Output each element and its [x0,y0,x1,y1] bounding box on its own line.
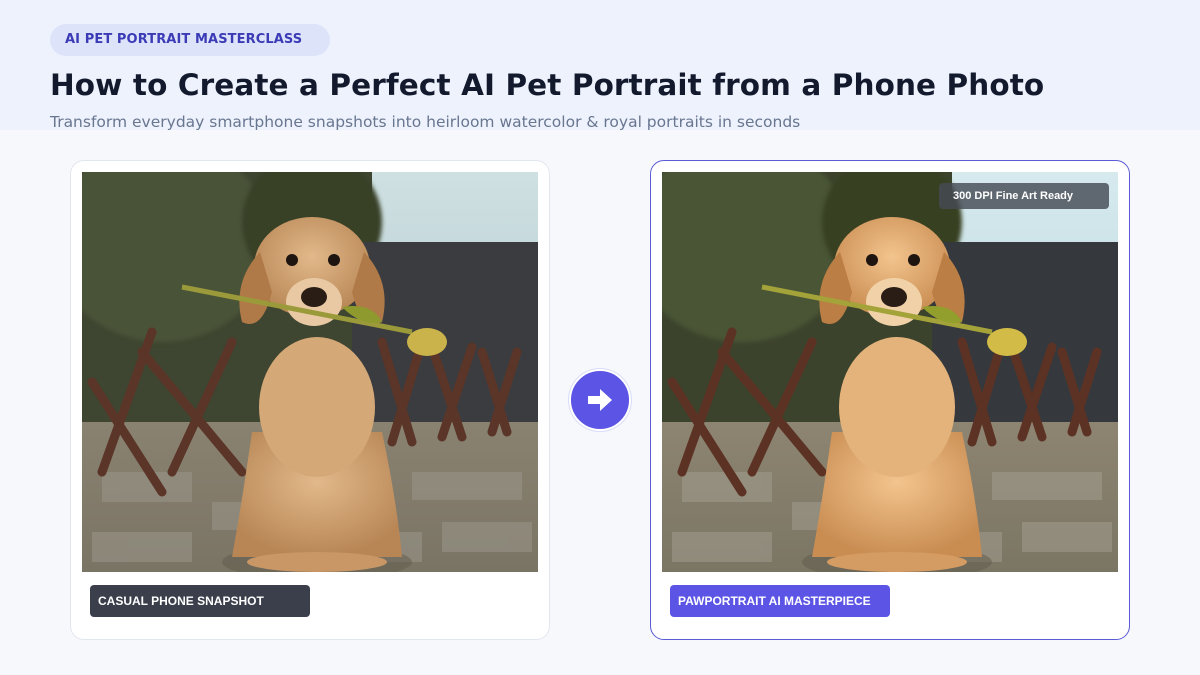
dpi-badge: 300 DPI Fine Art Ready [939,183,1109,209]
after-card: 300 DPI Fine Art Ready PAWPORTRAIT AI MA… [650,160,1130,640]
arrow-right-icon [588,389,612,411]
eyebrow-tag: AI PET PORTRAIT MASTERCLASS [50,24,330,56]
before-label: CASUAL PHONE SNAPSHOT [90,585,310,617]
before-photo [82,172,538,572]
transform-arrow-button[interactable] [569,369,631,431]
page-title: How to Create a Perfect AI Pet Portrait … [50,68,1045,102]
after-photo [662,172,1118,572]
after-label: PAWPORTRAIT AI MASTERPIECE [670,585,890,617]
page-subtitle: Transform everyday smartphone snapshots … [50,113,801,131]
header-band [0,0,1200,130]
before-card: CASUAL PHONE SNAPSHOT [70,160,550,640]
